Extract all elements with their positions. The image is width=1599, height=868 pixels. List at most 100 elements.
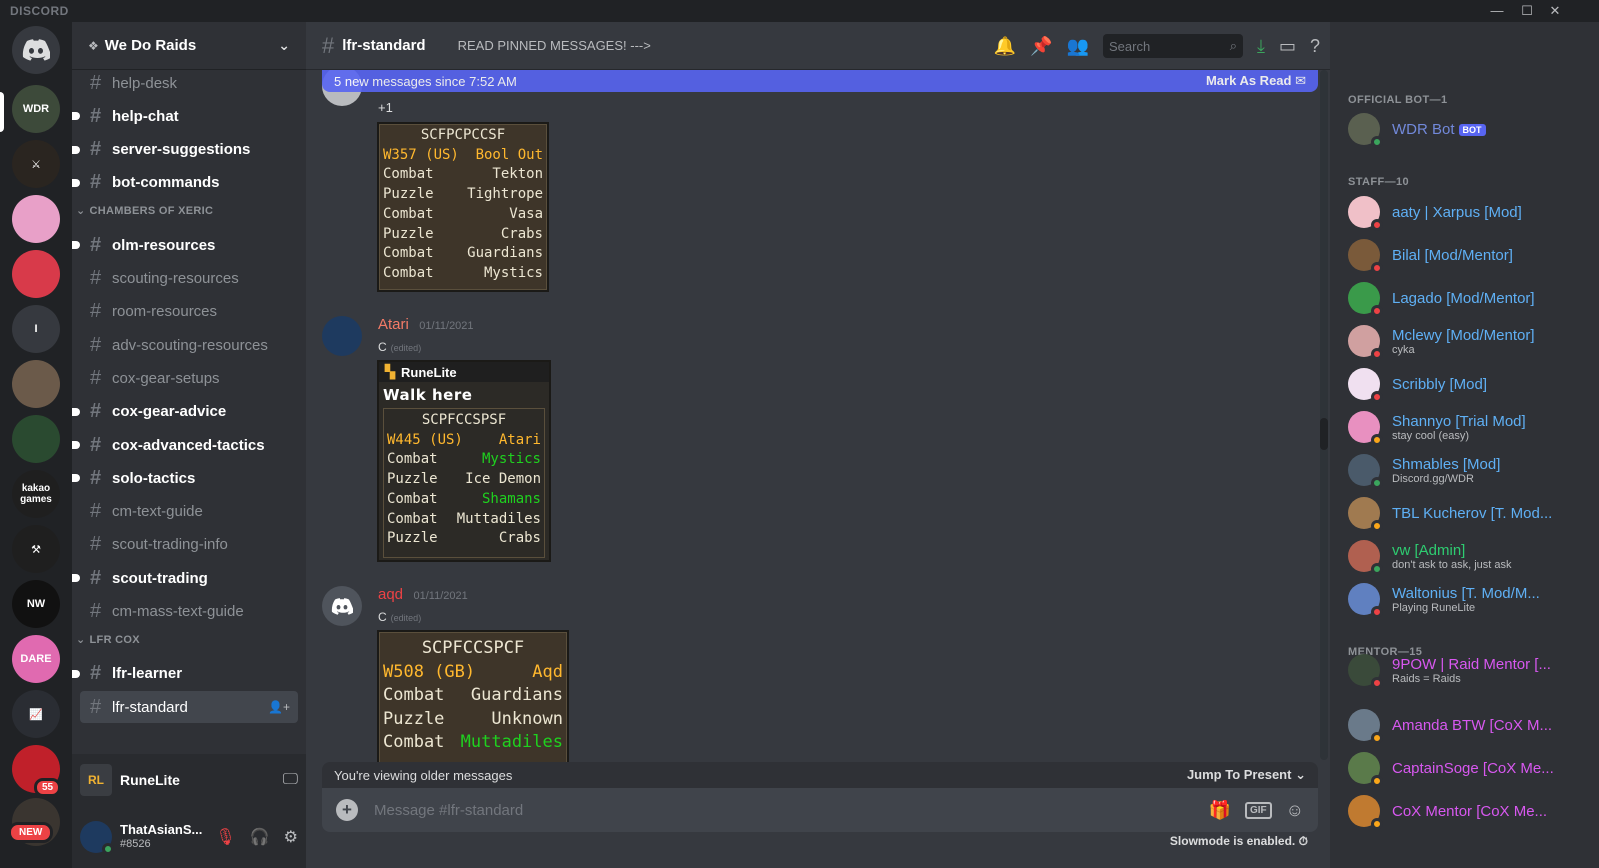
server-icon[interactable]	[12, 250, 60, 298]
member-item[interactable]: TBL Kucherov [T. Mod...	[1348, 492, 1588, 534]
channel-solo-tactics[interactable]: # solo-tactics	[72, 462, 298, 494]
author-name[interactable]: Atari	[378, 316, 409, 333]
message-input[interactable]: Message #lfr-standard	[374, 802, 523, 819]
member-info: aaty | Xarpus [Mod]	[1392, 204, 1522, 221]
invite-icon[interactable]: 👤+	[268, 700, 290, 714]
server-icon[interactable]: I	[12, 305, 60, 353]
channel-help-desk[interactable]: # help-desk	[80, 67, 298, 99]
channel-server-suggestions[interactable]: # server-suggestions	[72, 134, 298, 166]
chat-panel: # lfr-standard READ PINNED MESSAGES! ---…	[306, 22, 1330, 868]
guild-header[interactable]: ❖ We Do Raids ⌄	[72, 22, 306, 70]
gift-icon[interactable]: 🎁	[1209, 800, 1231, 821]
server-icon[interactable]: DARE	[12, 635, 60, 683]
server-icon[interactable]	[12, 360, 60, 408]
scout-room-name: Tightrope	[467, 186, 543, 203]
message-composer[interactable]: + Message #lfr-standard 🎁 GIF ☺	[322, 788, 1318, 832]
channel-cm-mass-text-guide[interactable]: # cm-mass-text-guide	[80, 596, 298, 628]
runelite-title: RuneLite	[401, 364, 457, 380]
channel-scouting-resources[interactable]: # scouting-resources	[80, 263, 298, 295]
server-icon[interactable]: WDR	[12, 85, 60, 133]
member-item[interactable]: Scribbly [Mod]	[1348, 363, 1588, 405]
channel-bot-commands[interactable]: # bot-commands	[72, 167, 298, 199]
settings-gear-icon[interactable]: ⚙	[284, 827, 298, 847]
channel-cox-advanced-tactics[interactable]: # cox-advanced-tactics	[72, 429, 298, 461]
member-item[interactable]: vw [Admin] don't ask to ask, just ask	[1348, 535, 1588, 577]
server-icon[interactable]: NW	[12, 580, 60, 628]
category-chambers-of-xeric[interactable]: ⌄ CHAMBERS OF XERIC	[76, 204, 213, 217]
new-badge[interactable]: NEW	[8, 822, 54, 843]
search-input[interactable]: Search ⌕	[1103, 34, 1243, 58]
emoji-icon[interactable]: ☺	[1286, 800, 1304, 821]
help-icon[interactable]: ?	[1310, 36, 1320, 57]
server-icon[interactable]: ⚒	[12, 525, 60, 573]
scrollbar-thumb[interactable]	[1320, 418, 1328, 450]
channel-lfr-standard[interactable]: # lfr-standard 👤+	[80, 691, 298, 724]
channel-cox-gear-advice[interactable]: # cox-gear-advice	[72, 396, 298, 428]
member-item[interactable]: Shmables [Mod] Discord.gg/WDR	[1348, 449, 1588, 491]
runelite-screenshot[interactable]: ▚ RuneLite Walk here SCPFCCSPSF W445 (US) A…	[377, 360, 551, 562]
chevron-down-icon[interactable]: ⌄	[278, 37, 290, 54]
server-icon[interactable]: kakao games	[12, 470, 60, 518]
avatar[interactable]	[80, 821, 114, 855]
scout-room-name: Ice Demon	[465, 471, 541, 488]
jump-to-present-button[interactable]: Jump To Present ⌄	[1187, 767, 1306, 783]
channel-help-chat[interactable]: # help-chat	[72, 100, 298, 132]
channel-scout-trading-info[interactable]: # scout-trading-info	[80, 529, 298, 561]
channel-cm-text-guide[interactable]: # cm-text-guide	[80, 496, 298, 528]
close-window-button[interactable]: ✕	[1545, 2, 1565, 20]
mark-as-read-button[interactable]: Mark As Read ✉	[1206, 73, 1306, 89]
hash-icon: #	[90, 433, 102, 456]
member-item[interactable]: CaptainSoge [CoX Me...	[1348, 747, 1588, 789]
member-item[interactable]: aaty | Xarpus [Mod]	[1348, 191, 1588, 233]
status-indicator	[1371, 136, 1383, 148]
new-messages-banner[interactable]: 5 new messages since 7:52 AM Mark As Rea…	[322, 70, 1318, 92]
member-item[interactable]: CoX Mentor [CoX Me...	[1348, 790, 1588, 832]
deafen-icon[interactable]: 🎧	[250, 827, 270, 847]
channel-topic[interactable]: READ PINNED MESSAGES! --->	[458, 38, 651, 53]
server-icon[interactable]: 📈	[12, 690, 60, 738]
screen-share-icon[interactable]: 🖵	[283, 771, 298, 789]
bell-icon[interactable]: 🔔	[994, 36, 1016, 57]
raid-scout-image[interactable]: SCFPCPCCSF W357 (US) Bool Out Combat Tekton P…	[377, 122, 549, 292]
scout-room-name: Guardians	[467, 245, 543, 262]
member-item[interactable]: Lagado [Mod/Mentor]	[1348, 277, 1588, 319]
mute-icon[interactable]: 🎙	[215, 827, 235, 847]
scout-row: Combat Muttadiles	[383, 732, 563, 752]
server-icon[interactable]	[12, 195, 60, 243]
channel-room-resources[interactable]: # room-resources	[80, 296, 298, 328]
channel-name: help-desk	[112, 74, 178, 92]
download-icon[interactable]: ⤓	[1257, 36, 1265, 57]
member-item[interactable]: Bilal [Mod/Mentor]	[1348, 234, 1588, 276]
inbox-icon[interactable]: ▭	[1279, 36, 1296, 57]
avatar	[1348, 752, 1383, 787]
member-item[interactable]: Mclewy [Mod/Mentor] cyka	[1348, 320, 1588, 362]
server-icon[interactable]	[12, 415, 60, 463]
add-attachment-button[interactable]: +	[336, 799, 358, 821]
server-icon[interactable]: ⚔	[12, 140, 60, 188]
member-item[interactable]: Shannyo [Trial Mod] stay cool (easy)	[1348, 406, 1588, 448]
status-indicator	[1371, 732, 1383, 744]
channel-olm-resources[interactable]: # olm-resources	[72, 229, 298, 261]
minimize-button[interactable]: —	[1487, 2, 1507, 20]
mention-badge: 55	[34, 778, 62, 797]
channel-lfr-learner[interactable]: # lfr-learner	[72, 658, 298, 690]
channel-cox-gear-setups[interactable]: # cox-gear-setups	[80, 362, 298, 394]
author-name[interactable]: aqd	[378, 586, 403, 603]
gif-button[interactable]: GIF	[1244, 801, 1272, 819]
scrollbar-track[interactable]	[1320, 70, 1328, 760]
category-lfr-cox[interactable]: ⌄ LFR COX	[76, 633, 140, 646]
maximize-button[interactable]: ☐	[1517, 2, 1537, 20]
member-item[interactable]: Waltonius [T. Mod/M... Playing RuneLite	[1348, 578, 1588, 620]
raid-scout-image[interactable]: SCPFCCSPCF W508 (GB) Aqd Combat Guardians Puz…	[377, 630, 569, 770]
member-item[interactable]: WDR Bot BOT	[1348, 108, 1588, 150]
avatar[interactable]	[322, 316, 362, 356]
server-rail: WDR ⚔ Ikakao games ⚒ NW DARE 📈 55 NEW	[0, 22, 72, 868]
channel-scout-trading[interactable]: # scout-trading	[72, 562, 298, 594]
member-item[interactable]: Amanda BTW [CoX M...	[1348, 704, 1588, 746]
member-item[interactable]: 9POW | Raid Mentor [... Raids = Raids	[1348, 649, 1588, 691]
channel-adv-scouting-resources[interactable]: # adv-scouting-resources	[80, 329, 298, 361]
home-button[interactable]	[12, 26, 60, 74]
pin-icon[interactable]: 📌	[1030, 36, 1052, 57]
members-icon[interactable]: 👥	[1067, 36, 1089, 57]
avatar[interactable]	[322, 586, 362, 626]
